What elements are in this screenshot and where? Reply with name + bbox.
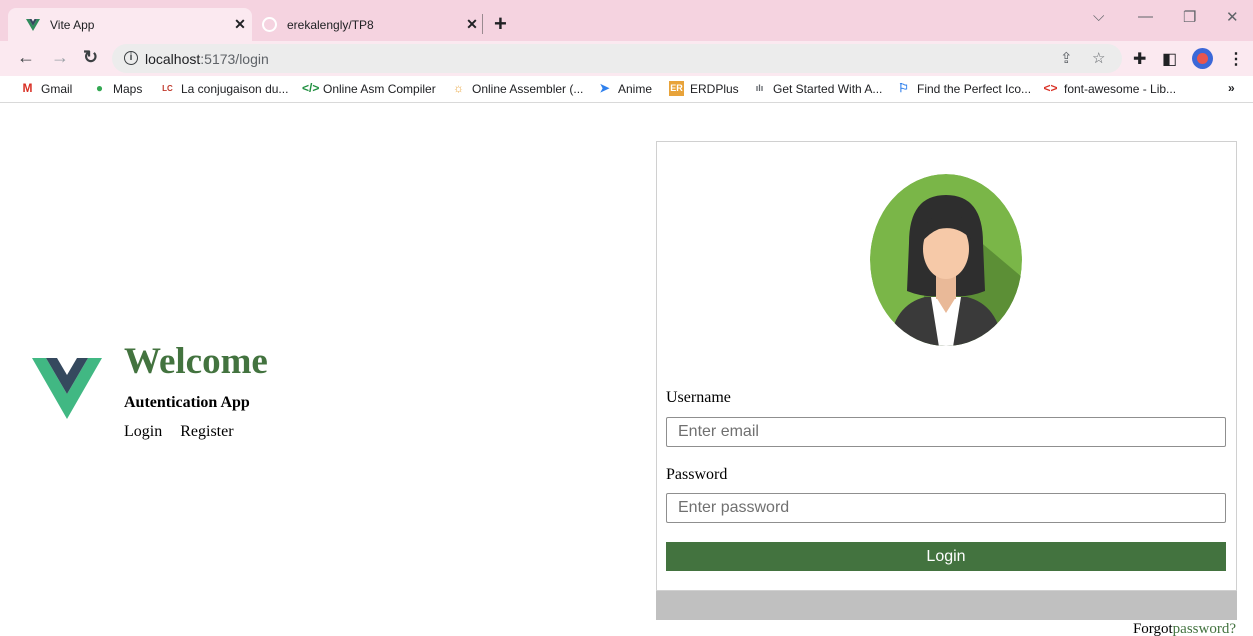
maps-icon: ● — [95, 81, 104, 95]
cisco-icon: ılı — [755, 83, 764, 93]
login-card: Username Password Login — [656, 141, 1237, 591]
bookmarks-bar: M Gmail ● Maps LC La conjugaison du... </> O… — [0, 76, 1253, 103]
app-subtitle: Autentication App — [124, 394, 250, 411]
share-icon[interactable]: ⇪ — [1060, 49, 1073, 67]
bookmarks-overflow-button[interactable]: » — [1228, 81, 1235, 95]
info-icon[interactable]: i — [124, 51, 138, 65]
flag-icon: ⚐ — [898, 81, 909, 95]
reload-button[interactable]: ↻ — [83, 47, 98, 68]
forgot-password-link[interactable]: password? — [1173, 621, 1236, 636]
close-tab-icon[interactable]: ✕ — [228, 16, 252, 33]
url-text: localhost:5173/login — [145, 51, 269, 67]
sun-icon: ☼ — [453, 81, 464, 95]
forgot-password: Forgotpassword? — [1133, 621, 1236, 636]
close-window-button[interactable]: ✕ — [1226, 8, 1239, 26]
bookmark-conjugaison[interactable]: LC La conjugaison du... — [160, 81, 288, 96]
tab-github[interactable]: erekalengly/TP8 ✕ — [252, 8, 484, 41]
bookmark-online-assembler[interactable]: ☼ Online Assembler (... — [451, 81, 583, 96]
tab-vite-app[interactable]: Vite App ✕ — [8, 8, 252, 41]
tab-title: erekalengly/TP8 — [287, 17, 374, 32]
bookmark-gmail[interactable]: M Gmail — [20, 81, 73, 96]
user-avatar-icon — [870, 174, 1022, 346]
bookmark-maps[interactable]: ● Maps — [92, 81, 142, 96]
side-panel-icon[interactable]: ◧ — [1162, 49, 1177, 69]
browser-tab-bar: Vite App ✕ erekalengly/TP8 ✕ + ⌵ — ❐ ✕ — [0, 0, 1253, 41]
address-bar[interactable]: i localhost:5173/login ⇪ ☆ — [112, 44, 1122, 73]
main-nav: Login Register — [124, 423, 248, 441]
bookmark-asm-compiler[interactable]: </> Online Asm Compiler — [302, 81, 436, 96]
password-input[interactable] — [666, 493, 1226, 523]
erdplus-icon: ER — [669, 81, 684, 96]
username-input[interactable] — [666, 417, 1226, 447]
tab-search-icon[interactable]: ⌵ — [1093, 8, 1104, 25]
browser-toolbar: ← → ↻ i localhost:5173/login ⇪ ☆ ✚ ◧ ⋮ — [0, 41, 1253, 76]
gmail-icon: M — [22, 81, 33, 95]
github-icon — [262, 17, 277, 32]
back-button[interactable]: ← — [17, 47, 35, 68]
conjugaison-icon: LC — [162, 84, 173, 93]
new-tab-button[interactable]: + — [494, 11, 507, 37]
vue-icon — [26, 18, 40, 31]
tab-separator — [482, 14, 483, 34]
bookmark-anime[interactable]: ➤ Anime — [597, 81, 652, 96]
card-footer-bar — [656, 591, 1237, 620]
password-label: Password — [666, 466, 728, 483]
forward-button[interactable]: → — [51, 47, 69, 68]
minimize-button[interactable]: — — [1138, 8, 1153, 25]
brackets-icon: <> — [1043, 81, 1058, 95]
username-label: Username — [666, 389, 731, 406]
menu-kebab-icon[interactable]: ⋮ — [1228, 49, 1244, 69]
nav-login-link[interactable]: Login — [124, 423, 162, 440]
bookmark-star-icon[interactable]: ☆ — [1092, 49, 1105, 67]
nav-register-link[interactable]: Register — [180, 423, 233, 440]
vue-logo-icon — [32, 358, 102, 419]
bookmark-erdplus[interactable]: ER ERDPlus — [669, 81, 739, 96]
tab-title: Vite App — [50, 17, 95, 32]
login-button[interactable]: Login — [666, 542, 1226, 571]
bookmark-get-started[interactable]: ılı Get Started With A... — [752, 81, 883, 96]
restore-button[interactable]: ❐ — [1183, 8, 1196, 26]
forgot-prefix: Forgot — [1132, 621, 1173, 636]
bookmark-find-icon[interactable]: ⚐ Find the Perfect Ico... — [896, 81, 1031, 96]
code-icon: </> — [302, 81, 320, 95]
paper-plane-icon: ➤ — [599, 81, 610, 95]
profile-avatar[interactable] — [1192, 48, 1213, 69]
bookmark-font-awesome[interactable]: <> font-awesome - Lib... — [1043, 81, 1176, 96]
extensions-icon[interactable]: ✚ — [1133, 49, 1146, 69]
close-tab-icon[interactable]: ✕ — [460, 16, 484, 33]
welcome-heading: Welcome — [124, 341, 268, 382]
